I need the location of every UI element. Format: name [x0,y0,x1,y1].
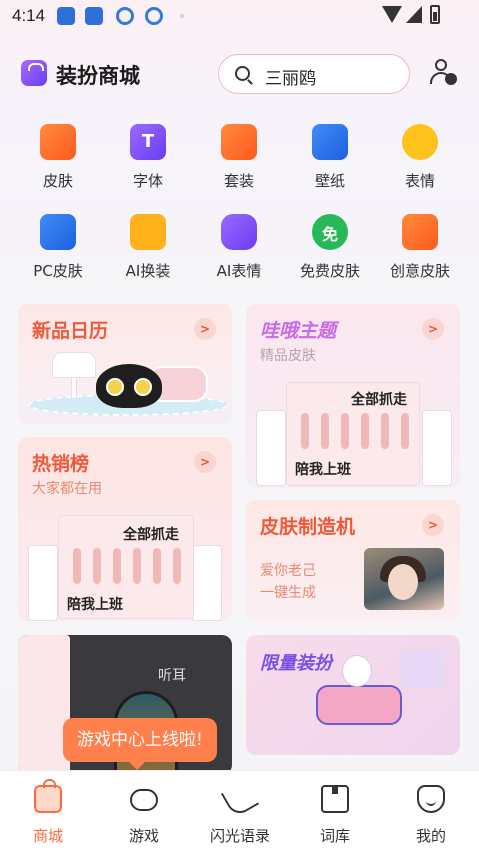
nav-quotes[interactable]: 闪光语录 [192,771,288,852]
category-label: 套装 [223,172,254,190]
bundle-icon [221,124,257,160]
category-ai-emoji[interactable]: AI表情 [194,210,284,290]
page-title: 装扮商城 [56,64,140,88]
category-label: 字体 [132,172,163,190]
nav-label: 闪光语录 [209,827,270,845]
card-title: 限量装扮 [260,653,332,674]
nav-games[interactable]: 游戏 [96,771,192,852]
card-subtitle: 一键生成 [260,585,316,601]
search-placeholder: 三丽鸥 [265,69,316,89]
theme-preview [256,410,286,486]
feather-pen-icon [220,779,260,819]
monitor-icon [40,214,76,250]
emoji-icon [402,124,438,160]
book-icon [321,785,349,813]
status-time: 4:14 [12,6,46,25]
decor-illustration [400,649,444,689]
category-label: AI表情 [216,262,262,280]
category-creative-skin[interactable]: 创意皮肤 [375,210,465,290]
notification-bird-icon [57,7,75,25]
category-label: 皮肤 [42,172,73,190]
smiley-profile-icon [417,785,445,813]
chevron-right-icon: > [422,318,444,340]
theme-preview [422,410,452,486]
lamp-illustration [52,352,96,378]
ai-emoji-icon [221,214,257,250]
sticker-strip [18,635,70,775]
car-illustration [316,685,402,725]
search-input[interactable]: 三丽鸥 [218,54,410,94]
card-title: 皮肤制造机 [260,516,356,538]
category-label: PC皮肤 [33,262,83,280]
hot-sales-card[interactable]: 热销榜 大家都在用 > 全部抓走 陪我上班 [18,437,232,621]
theme-preview-main: 全部抓走 陪我上班 [58,515,194,619]
nav-mall[interactable]: 商城 [0,771,96,852]
limited-edition-card[interactable]: 限量装扮 [246,635,460,755]
nav-label: 商城 [32,827,63,845]
card-title: 热销榜 [32,453,90,475]
category-label: 壁纸 [314,172,345,190]
category-pc-skin[interactable]: PC皮肤 [13,210,103,290]
search-icon [235,66,250,81]
user-center-icon[interactable] [429,59,457,87]
skin-maker-card[interactable]: 皮肤制造机 > 爱你老己 一键生成 [246,500,460,622]
gamepad-icon [130,789,158,811]
bottom-nav: 商城 游戏 闪光语录 词库 我的 [0,770,479,852]
wahe-theme-card[interactable]: 哇哦主题 精品皮肤 > 全部抓走 陪我上班 [246,304,460,488]
card-subtitle: 爱你老己 [260,563,316,579]
tshirt-icon [40,124,76,160]
card-title: 新品日历 [32,320,109,342]
category-emoji[interactable]: 表情 [375,120,465,200]
category-bundle[interactable]: 套装 [194,120,284,200]
category-skin[interactable]: 皮肤 [13,120,103,200]
notification-bird-icon [85,7,103,25]
new-calendar-card[interactable]: 新品日历 > [18,304,232,424]
category-free-skin[interactable]: 免 免费皮肤 [285,210,375,290]
header: 装扮商城 三丽鸥 [0,52,479,96]
portrait-photo [364,548,444,610]
chevron-right-icon: > [422,514,444,536]
free-icon: 免 [312,214,348,250]
category-wallpaper[interactable]: 壁纸 [285,120,375,200]
nav-label: 词库 [319,827,350,845]
theme-preview [28,545,58,621]
shop-bag-logo-icon [21,60,47,86]
creative-icon [402,214,438,250]
nav-me[interactable]: 我的 [383,771,479,852]
category-label: 创意皮肤 [389,262,450,280]
game-center-tooltip[interactable]: 游戏中心上线啦! [63,718,217,770]
card-subtitle: 精品皮肤 [260,348,316,364]
card-subtitle: 大家都在用 [32,481,102,497]
card-title: 哇哦主题 [260,320,337,342]
shopping-bag-icon [34,779,62,813]
category-label: 表情 [404,172,435,190]
nav-label: 游戏 [128,827,159,845]
more-notifications-icon [180,14,184,18]
notification-q-icon [116,7,134,25]
signal-icon [406,6,422,23]
category-ai-dressup[interactable]: AI换装 [103,210,193,290]
banner-caption: 听耳 [158,668,186,684]
battery-icon [430,5,440,24]
category-font[interactable]: T 字体 [103,120,193,200]
wallpaper-icon [312,124,348,160]
chevron-right-icon: > [194,318,216,340]
theme-preview [192,545,222,621]
chevron-right-icon: > [194,451,216,473]
category-label: AI换装 [125,262,171,280]
status-bar: 4:14 [0,0,479,32]
black-cat-illustration [96,364,162,408]
theme-preview-main: 全部抓走 陪我上班 [286,382,420,486]
font-icon: T [130,124,166,160]
nav-lexicon[interactable]: 词库 [287,771,383,852]
notification-q-icon [145,7,163,25]
bunny-illustration [342,655,372,687]
nav-label: 我的 [415,827,446,845]
wifi-icon [382,6,402,23]
category-label: 免费皮肤 [299,262,360,280]
ai-dressup-icon [130,214,166,250]
